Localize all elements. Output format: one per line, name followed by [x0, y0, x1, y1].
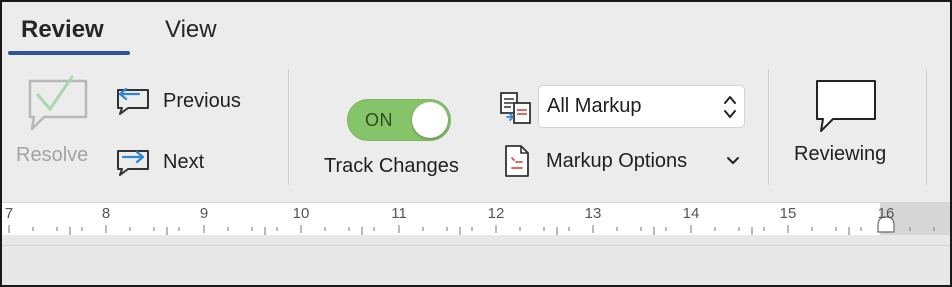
previous-comment-icon: [117, 87, 149, 115]
divider: [2, 245, 950, 246]
next-label: Next: [163, 151, 205, 173]
toggle-knob: [412, 102, 448, 138]
chevron-down-icon: [727, 157, 739, 164]
tab-bar: Review View: [2, 2, 950, 57]
ruler-number: 13: [584, 205, 602, 222]
previous-label: Previous: [163, 90, 241, 112]
display-for-review-value: All Markup: [547, 95, 642, 117]
reviewing-label: Reviewing: [794, 143, 887, 165]
ruler-number: 15: [779, 205, 797, 222]
group-separator: [288, 69, 289, 185]
markup-options-label: Markup Options: [546, 150, 688, 172]
ruler-number: 7: [4, 205, 14, 222]
tab-review[interactable]: Review: [21, 16, 104, 44]
track-changes-toggle[interactable]: ON: [347, 99, 451, 141]
updown-chevron-icon: [724, 96, 736, 118]
comment-check-icon: [28, 75, 88, 131]
document-area: [2, 235, 950, 285]
ruler-number: 10: [292, 205, 310, 222]
ruler-number: 12: [487, 205, 505, 222]
display-for-review-select[interactable]: All Markup: [538, 85, 745, 128]
reviewing-pane-icon: [816, 80, 876, 132]
review-ribbon: Resolve Previous Next ON Track Changes A…: [2, 57, 950, 202]
ruler-number: 8: [101, 205, 111, 222]
track-changes-label: Track Changes: [324, 155, 459, 177]
display-for-review-icon: [500, 92, 531, 124]
toggle-state-label: ON: [365, 110, 393, 130]
group-separator: [926, 69, 927, 185]
ribbon-window: Review View Resolve Previous Next ON Tra…: [0, 0, 952, 287]
ruler-number: 14: [682, 205, 700, 222]
ruler-number: 9: [199, 205, 209, 222]
ruler-ticks: [8, 216, 935, 235]
markup-options-icon: [505, 145, 529, 177]
ruler-number: 11: [391, 205, 407, 222]
next-comment-icon: [117, 150, 149, 176]
horizontal-ruler[interactable]: 7 8 9 10 11 12 13 14 15 16: [2, 202, 950, 236]
tab-view[interactable]: View: [165, 16, 217, 44]
ruler-number: 16: [877, 205, 895, 222]
resolve-label: Resolve: [16, 144, 89, 166]
active-tab-indicator: [8, 51, 130, 55]
group-separator: [768, 69, 769, 185]
